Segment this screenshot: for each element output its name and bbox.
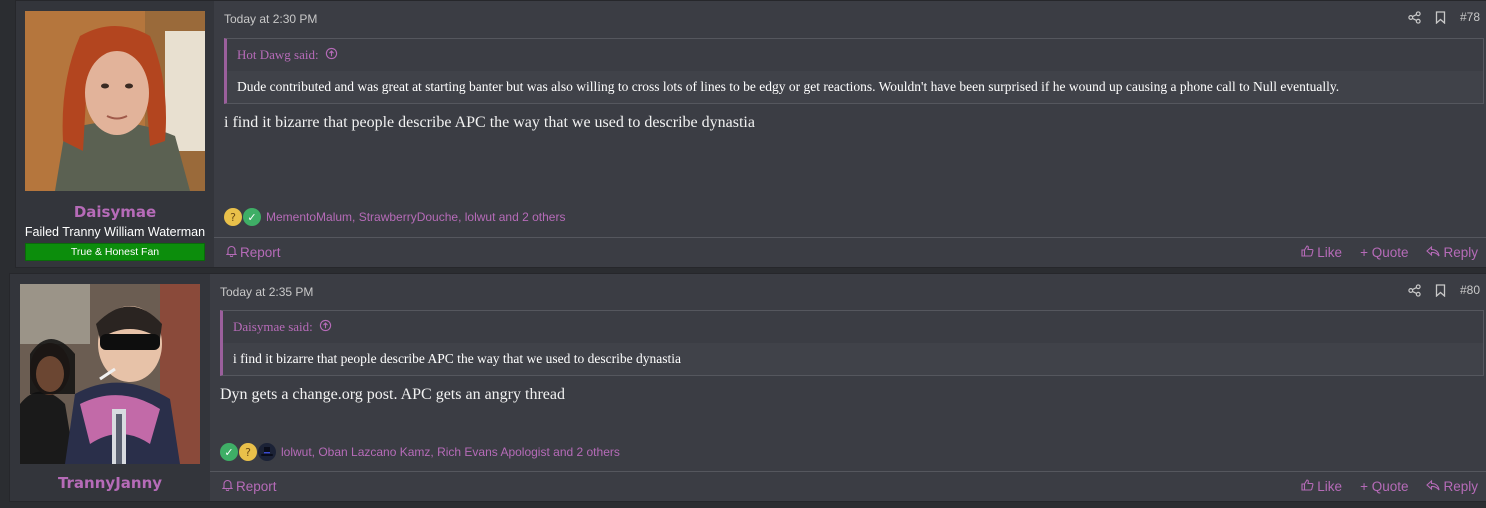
- like-button[interactable]: Like: [1301, 479, 1342, 494]
- post-tools: #80: [1408, 283, 1480, 297]
- report-button[interactable]: Report: [221, 479, 277, 494]
- quote-block: Hot Dawg said: Dude contributed and was …: [224, 38, 1484, 104]
- post-tools: #78: [1408, 10, 1480, 24]
- reaction-users[interactable]: lolwut, Oban Lazcano Kamz, Rich Evans Ap…: [281, 445, 620, 459]
- quote-header[interactable]: Daisymae said:: [223, 311, 1483, 343]
- post-date[interactable]: Today at 2:35 PM: [220, 285, 313, 299]
- thumbs-up-icon: [1301, 479, 1314, 494]
- like-label: Like: [1317, 245, 1343, 260]
- post-78: Daisymae Failed Tranny William Waterman …: [15, 0, 1486, 268]
- check-icon: ✓: [243, 208, 261, 226]
- report-label: Report: [240, 245, 281, 260]
- thumbs-up-icon: [1301, 245, 1314, 260]
- quote-author[interactable]: Hot Dawg said:: [237, 47, 319, 63]
- avatar[interactable]: [20, 284, 200, 464]
- quote-label: + Quote: [1360, 245, 1409, 260]
- post-date[interactable]: Today at 2:30 PM: [224, 12, 317, 26]
- post-message: Dyn gets a change.org post. APC gets an …: [220, 386, 565, 403]
- post-content: Today at 2:30 PM #78 Hot Dawg said: Dude…: [214, 1, 1486, 267]
- post-number[interactable]: #78: [1460, 10, 1480, 24]
- quote-text: Dude contributed and was great at starti…: [237, 79, 1340, 94]
- arrow-up-circle-icon[interactable]: [325, 47, 338, 64]
- bookmark-icon[interactable]: [1435, 283, 1446, 297]
- quote-button[interactable]: + Quote: [1360, 245, 1408, 260]
- username[interactable]: Daisymae: [74, 203, 156, 221]
- avatar[interactable]: [25, 11, 205, 191]
- like-button[interactable]: Like: [1301, 245, 1342, 260]
- user-title: Failed Tranny William Waterman: [24, 225, 206, 239]
- share-icon[interactable]: [1408, 283, 1421, 297]
- bookmark-icon[interactable]: [1435, 10, 1446, 24]
- reply-icon: [1426, 245, 1441, 260]
- reactions-bar[interactable]: ? ✓ MementoMalum, StrawberryDouche, lolw…: [224, 208, 565, 226]
- post-content: Today at 2:35 PM #80 Daisymae said: i fi…: [210, 274, 1486, 501]
- like-label: Like: [1317, 479, 1343, 494]
- report-label: Report: [236, 479, 277, 494]
- bell-icon: [225, 245, 238, 260]
- reactions-bar[interactable]: ✓ ? lolwut, Oban Lazcano Kamz, Rich Evan…: [220, 443, 620, 461]
- reply-label: Reply: [1443, 245, 1478, 260]
- post-footer: Report Like + Quote Reply: [210, 471, 1486, 501]
- quote-header[interactable]: Hot Dawg said:: [227, 39, 1483, 71]
- post-80: TrannyJanny Today at 2:35 PM #80 Daisyma…: [9, 273, 1486, 502]
- post-message: i find it bizarre that people describe A…: [224, 114, 755, 131]
- quote-text: i find it bizarre that people describe A…: [233, 351, 681, 366]
- arrow-up-circle-icon[interactable]: [319, 319, 332, 336]
- reply-button[interactable]: Reply: [1426, 479, 1478, 494]
- quote-button[interactable]: + Quote: [1360, 479, 1408, 494]
- user-banner: True & Honest Fan: [25, 243, 205, 261]
- reaction-users[interactable]: MementoMalum, StrawberryDouche, lolwut a…: [266, 210, 565, 224]
- top-hat-icon: [258, 443, 276, 461]
- check-icon: ✓: [220, 443, 238, 461]
- quote-label: + Quote: [1360, 479, 1409, 494]
- reply-label: Reply: [1443, 479, 1478, 494]
- user-info: TrannyJanny: [10, 274, 210, 501]
- post-number[interactable]: #80: [1460, 283, 1480, 297]
- bell-icon: [221, 479, 234, 494]
- quote-block: Daisymae said: i find it bizarre that pe…: [220, 310, 1484, 376]
- reply-button[interactable]: Reply: [1426, 245, 1478, 260]
- thinking-icon: ?: [239, 443, 257, 461]
- reply-icon: [1426, 479, 1441, 494]
- report-button[interactable]: Report: [225, 245, 281, 260]
- quote-author[interactable]: Daisymae said:: [233, 319, 313, 335]
- thinking-icon: ?: [224, 208, 242, 226]
- post-footer: Report Like + Quote Reply: [214, 237, 1486, 267]
- user-info: Daisymae Failed Tranny William Waterman …: [16, 1, 214, 267]
- share-icon[interactable]: [1408, 10, 1421, 24]
- username[interactable]: TrannyJanny: [58, 474, 162, 492]
